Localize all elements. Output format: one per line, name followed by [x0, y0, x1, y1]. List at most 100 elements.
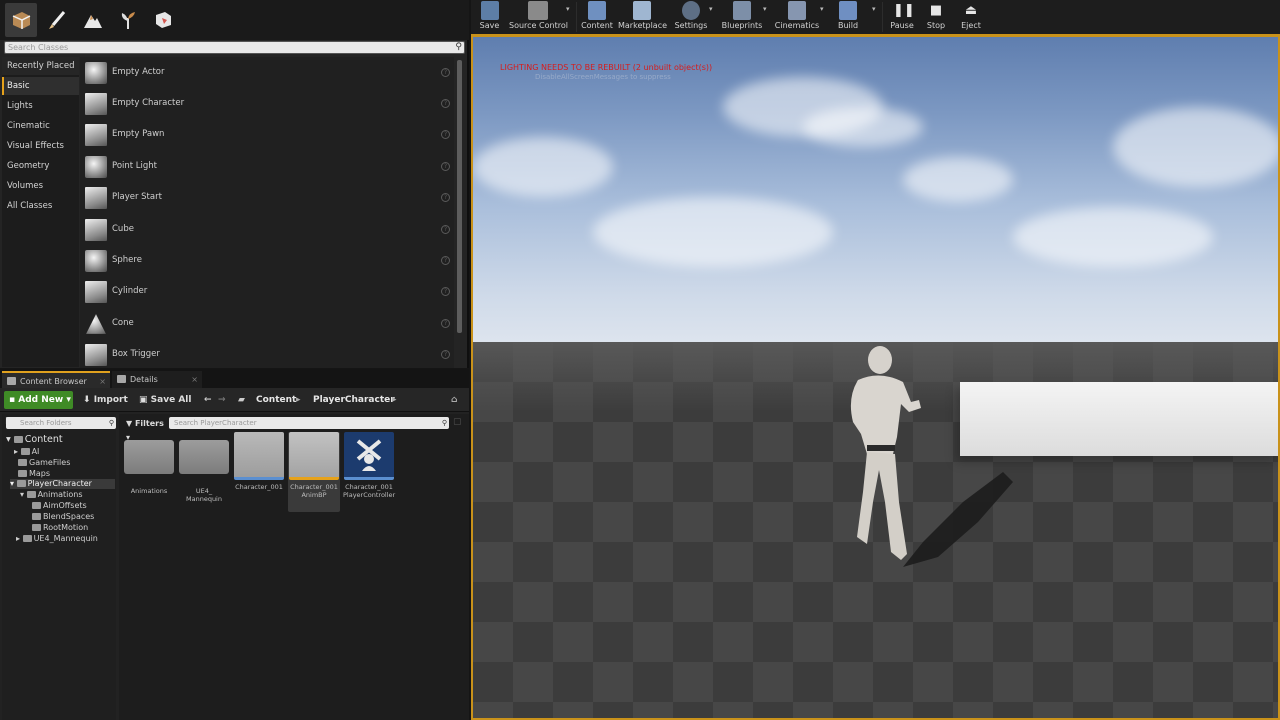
info-icon[interactable]: ? — [441, 319, 450, 328]
tab-details[interactable]: Details × — [112, 371, 202, 388]
list-item[interactable]: Sphere ? — [80, 246, 454, 276]
tree-item-blendspaces[interactable]: BlendSpaces — [32, 512, 94, 522]
pause-button[interactable]: ❚❚ Pause — [887, 0, 917, 34]
category-list: Recently Placed Basic Lights Cinematic V… — [2, 57, 79, 367]
tree-item-ue4-mannequin[interactable]: ▸ UE4_Mannequin — [16, 534, 98, 544]
list-item[interactable]: Empty Character ? — [80, 89, 454, 119]
search-classes-input[interactable]: Search Classes ⚲ — [4, 41, 465, 54]
cinematics-button[interactable]: Cinematics — [774, 0, 820, 34]
eject-button[interactable]: ⏏ Eject — [958, 0, 984, 34]
list-item[interactable]: Empty Pawn ? — [80, 120, 454, 150]
list-item[interactable]: Cylinder ? — [80, 277, 454, 307]
save-all-button[interactable]: ▣ Save All — [139, 392, 191, 409]
save-search-icon[interactable]: ▢ — [453, 417, 462, 427]
place-list-scrollbar[interactable] — [457, 60, 462, 333]
asset-character-001-animbp[interactable]: Character_001 AnimBP — [288, 432, 340, 512]
list-item[interactable]: Player Start ? — [80, 183, 454, 213]
info-icon[interactable]: ? — [441, 99, 450, 108]
tree-item-content[interactable]: ▾ Content — [6, 435, 63, 445]
list-item[interactable]: Point Light ? — [80, 152, 454, 182]
settings-button[interactable]: Settings — [674, 0, 708, 34]
close-icon[interactable]: × — [191, 371, 198, 388]
info-icon[interactable]: ? — [441, 162, 450, 171]
place-mode-icon[interactable] — [5, 3, 37, 37]
asset-character-001[interactable]: Character_001 — [233, 432, 285, 512]
content-browser-icon — [7, 377, 16, 385]
info-icon[interactable]: ? — [441, 130, 450, 139]
tab-content-browser[interactable]: Content Browser × — [2, 371, 110, 388]
item-label: Sphere — [112, 255, 142, 265]
category-recently-placed[interactable]: Recently Placed — [2, 57, 79, 75]
category-volumes[interactable]: Volumes — [2, 177, 79, 195]
tree-item-maps[interactable]: Maps — [18, 469, 50, 479]
marketplace-icon — [633, 1, 651, 20]
landscape-mode-icon[interactable] — [77, 3, 109, 37]
info-icon[interactable]: ? — [441, 68, 450, 77]
blueprints-icon — [733, 1, 751, 20]
search-folders-input[interactable]: Search Folders ⚲ — [6, 417, 116, 429]
filters-button[interactable]: ▼ Filters ▾ — [122, 417, 167, 442]
breadcrumb-playercharacter[interactable]: PlayerCharacter — [313, 392, 395, 409]
info-icon[interactable]: ? — [441, 287, 450, 296]
chevron-down-icon[interactable]: ▾ — [872, 5, 876, 13]
info-icon[interactable]: ? — [441, 350, 450, 359]
tree-item-aimoffsets[interactable]: AimOffsets — [32, 501, 87, 511]
geometry-mode-icon[interactable] — [147, 3, 179, 37]
cloud — [1013, 207, 1213, 267]
back-arrow-icon[interactable]: ← — [204, 392, 212, 409]
chevron-down-icon[interactable]: ▾ — [763, 5, 767, 13]
gear-icon — [682, 1, 700, 20]
paint-mode-icon[interactable] — [41, 3, 73, 37]
category-visual-effects[interactable]: Visual Effects — [2, 137, 79, 155]
list-item[interactable]: Empty Actor ? — [80, 58, 454, 88]
asset-folder-animations[interactable]: Animations — [123, 432, 175, 512]
content-button[interactable]: Content — [580, 0, 614, 34]
stop-icon: ■ — [929, 3, 943, 18]
cube-icon — [85, 219, 107, 241]
chevron-down-icon: ▾ — [66, 395, 71, 405]
item-label: Box Trigger — [112, 349, 160, 359]
info-icon[interactable]: ? — [441, 193, 450, 202]
list-item[interactable]: Cone ? — [80, 309, 454, 339]
character-belt — [867, 445, 895, 451]
level-viewport[interactable]: LIGHTING NEEDS TO BE REBUILT (2 unbuilt … — [471, 34, 1280, 720]
search-assets-input[interactable]: Search PlayerCharacter ⚲ — [169, 417, 449, 429]
stop-button[interactable]: ■ Stop — [924, 0, 948, 34]
lock-icon[interactable]: ⌂ — [451, 392, 457, 409]
chevron-down-icon[interactable]: ▾ — [820, 5, 824, 13]
chevron-down-icon[interactable]: ▾ — [709, 5, 713, 13]
chevron-down-icon[interactable]: ▾ — [566, 5, 570, 13]
tree-item-ai[interactable]: ▸ AI — [14, 447, 39, 457]
breadcrumb-content[interactable]: Content — [256, 392, 296, 409]
tree-item-animations[interactable]: ▾ Animations — [20, 490, 83, 500]
tree-item-rootmotion[interactable]: RootMotion — [32, 523, 88, 533]
source-control-button[interactable]: Source Control — [509, 0, 568, 34]
blueprints-button[interactable]: Blueprints — [721, 0, 763, 34]
category-all-classes[interactable]: All Classes — [2, 197, 79, 215]
info-icon[interactable]: ? — [441, 256, 450, 265]
breadcrumb-separator-icon[interactable]: ▸ — [296, 392, 301, 409]
import-button[interactable]: ⬇ Import — [83, 392, 128, 409]
breadcrumb-separator-icon[interactable]: ▸ — [392, 392, 397, 409]
marketplace-button[interactable]: Marketplace — [618, 0, 667, 34]
mannequin-character[interactable] — [813, 342, 1043, 582]
forward-arrow-icon[interactable]: → — [218, 392, 226, 409]
build-button[interactable]: Build — [834, 0, 862, 34]
tree-item-gamefiles[interactable]: GameFiles — [18, 458, 70, 468]
cone-icon — [86, 314, 106, 334]
category-cinematic[interactable]: Cinematic — [2, 117, 79, 135]
foliage-mode-icon[interactable] — [112, 3, 144, 37]
list-item[interactable]: Box Trigger ? — [80, 340, 454, 368]
info-icon[interactable]: ? — [441, 225, 450, 234]
asset-folder-ue4-mannequin[interactable]: UE4_ Mannequin — [178, 432, 230, 512]
cloud — [593, 197, 833, 267]
category-lights[interactable]: Lights — [2, 97, 79, 115]
save-button[interactable]: Save — [476, 0, 503, 34]
bottom-tab-strip: Content Browser × Details × — [0, 369, 469, 388]
asset-character-001-playercontroller[interactable]: Character_001 PlayerController — [343, 432, 395, 512]
tree-item-playercharacter[interactable]: ▾ PlayerCharacter — [10, 479, 115, 489]
category-basic[interactable]: Basic — [2, 77, 79, 95]
list-item[interactable]: Cube ? — [80, 215, 454, 245]
add-new-button[interactable]: ▪ Add New ▾ — [4, 391, 73, 409]
category-geometry[interactable]: Geometry — [2, 157, 79, 175]
